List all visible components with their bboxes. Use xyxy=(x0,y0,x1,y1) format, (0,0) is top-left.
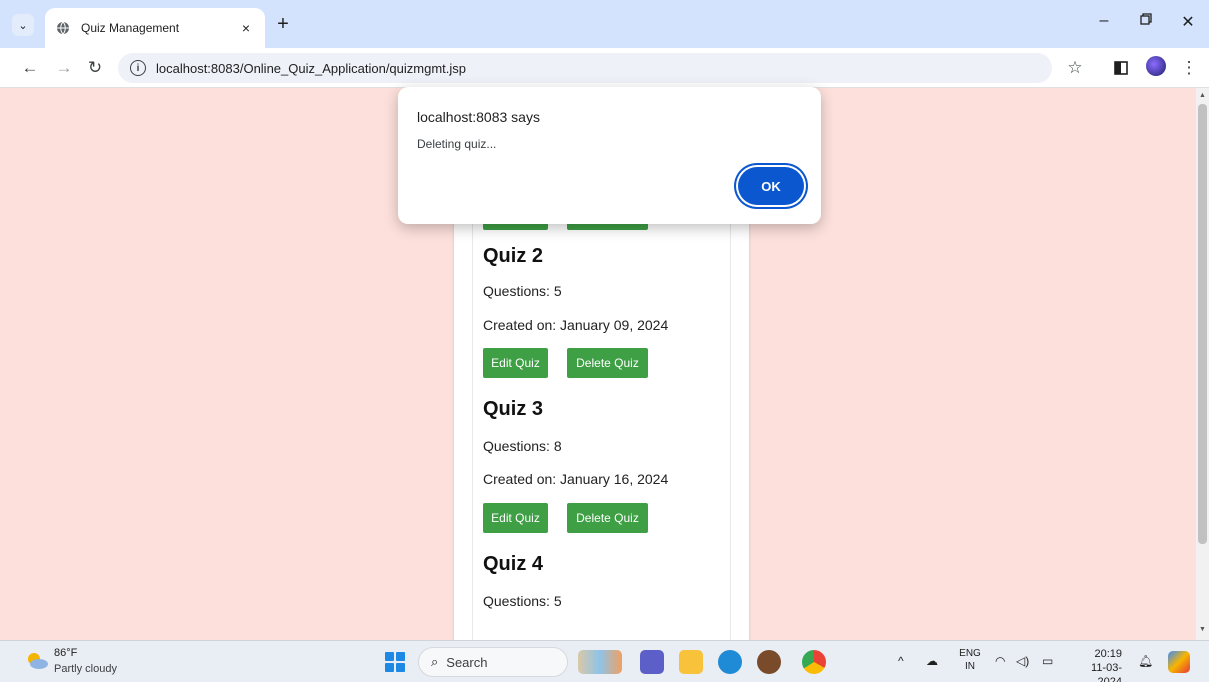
quiz-title: Quiz 2 xyxy=(483,245,544,267)
tab-strip: ⌄ Quiz Management × + – ✕ xyxy=(0,0,1209,48)
minimize-icon[interactable]: – xyxy=(1092,12,1116,30)
teams-icon[interactable] xyxy=(640,650,664,674)
dialog-message: Deleting quiz... xyxy=(417,137,497,151)
copilot-icon[interactable] xyxy=(1168,651,1190,673)
quiz-created-date: Created on: January 16, 2024 xyxy=(483,471,669,487)
clock-date: 11-03-2024 xyxy=(1091,662,1122,682)
chrome-icon[interactable] xyxy=(802,650,826,674)
search-label: Search xyxy=(446,654,488,670)
weather-icon[interactable] xyxy=(25,650,49,672)
address-bar[interactable]: i localhost:8083/Online_Quiz_Application… xyxy=(118,53,1052,83)
quiz-title: Quiz 3 xyxy=(483,398,544,420)
taskbar-search[interactable]: ⌕ Search xyxy=(418,647,568,677)
new-tab-button[interactable]: + xyxy=(272,14,294,34)
quiz-created-date: Created on: January 09, 2024 xyxy=(483,317,669,333)
scroll-thumb[interactable] xyxy=(1198,104,1207,544)
tab-title: Quiz Management xyxy=(81,21,180,35)
scroll-down-icon[interactable]: ▼ xyxy=(1199,626,1206,633)
dialog-title: localhost:8083 says xyxy=(417,109,540,125)
widgets-icon[interactable] xyxy=(578,650,622,674)
side-panel-icon[interactable] xyxy=(1110,57,1132,79)
delete-quiz-button[interactable]: Delete Quiz xyxy=(567,503,648,533)
language-code: ENG xyxy=(959,648,981,659)
quiz-title: Quiz 4 xyxy=(483,553,544,575)
weather-temperature: 86°F xyxy=(54,647,78,659)
browser-toolbar: ← → ↻ i localhost:8083/Online_Quiz_Appli… xyxy=(0,48,1209,88)
clock[interactable]: 20:19 11-03-2024 xyxy=(1070,647,1122,682)
reload-icon[interactable]: ↻ xyxy=(84,57,106,79)
bell-icon[interactable]: 🔔︎ xyxy=(1138,654,1153,668)
edit-quiz-button[interactable]: Edit Quiz xyxy=(483,503,548,533)
file-explorer-icon[interactable] xyxy=(679,650,703,674)
tab-close-icon[interactable]: × xyxy=(237,20,255,36)
forward-arrow-icon[interactable]: → xyxy=(53,57,75,79)
info-icon[interactable]: i xyxy=(130,60,146,76)
chevron-down-icon[interactable]: ⌄ xyxy=(12,14,34,36)
taskbar: 86°F Partly cloudy ⌕ Search ^ ☁ ENG IN ◠… xyxy=(0,640,1209,682)
cloud-icon[interactable]: ☁ xyxy=(926,654,938,668)
close-window-icon[interactable]: ✕ xyxy=(1176,12,1200,32)
edit-quiz-button[interactable]: Edit Quiz xyxy=(483,348,548,378)
edge-icon[interactable] xyxy=(718,650,742,674)
region-code: IN xyxy=(965,661,975,672)
volume-icon[interactable]: ◁) xyxy=(1016,654,1029,668)
restore-icon[interactable] xyxy=(1134,12,1158,30)
quiz-questions: Questions: 8 xyxy=(483,438,562,454)
back-arrow-icon[interactable]: ← xyxy=(19,57,41,79)
language-indicator[interactable]: ENG IN xyxy=(958,647,982,673)
kebab-menu-icon[interactable]: ⋮ xyxy=(1178,57,1200,79)
browser-tab[interactable]: Quiz Management × xyxy=(45,8,265,48)
profile-avatar[interactable] xyxy=(1146,56,1166,76)
url-text: localhost:8083/Online_Quiz_Application/q… xyxy=(156,60,467,76)
clock-time: 20:19 xyxy=(1094,648,1122,660)
page-scrollbar[interactable]: ▲ ▼ xyxy=(1196,88,1209,640)
star-icon[interactable]: ☆ xyxy=(1064,57,1086,79)
search-icon: ⌕ xyxy=(431,654,439,669)
quiz-questions: Questions: 5 xyxy=(483,283,562,299)
alert-dialog: localhost:8083 says Deleting quiz... OK xyxy=(398,87,821,224)
globe-icon xyxy=(55,20,71,36)
scroll-up-icon[interactable]: ▲ xyxy=(1199,92,1206,99)
chevron-up-icon[interactable]: ^ xyxy=(898,654,904,668)
battery-icon[interactable]: ▭ xyxy=(1042,654,1053,668)
ok-button[interactable]: OK xyxy=(738,167,804,205)
windows-start-icon[interactable] xyxy=(385,652,405,672)
weather-description: Partly cloudy xyxy=(54,663,117,675)
delete-quiz-button[interactable]: Delete Quiz xyxy=(567,348,648,378)
quiz-questions: Questions: 5 xyxy=(483,593,562,609)
wifi-icon[interactable]: ◠ xyxy=(995,654,1005,668)
app-icon[interactable] xyxy=(757,650,781,674)
